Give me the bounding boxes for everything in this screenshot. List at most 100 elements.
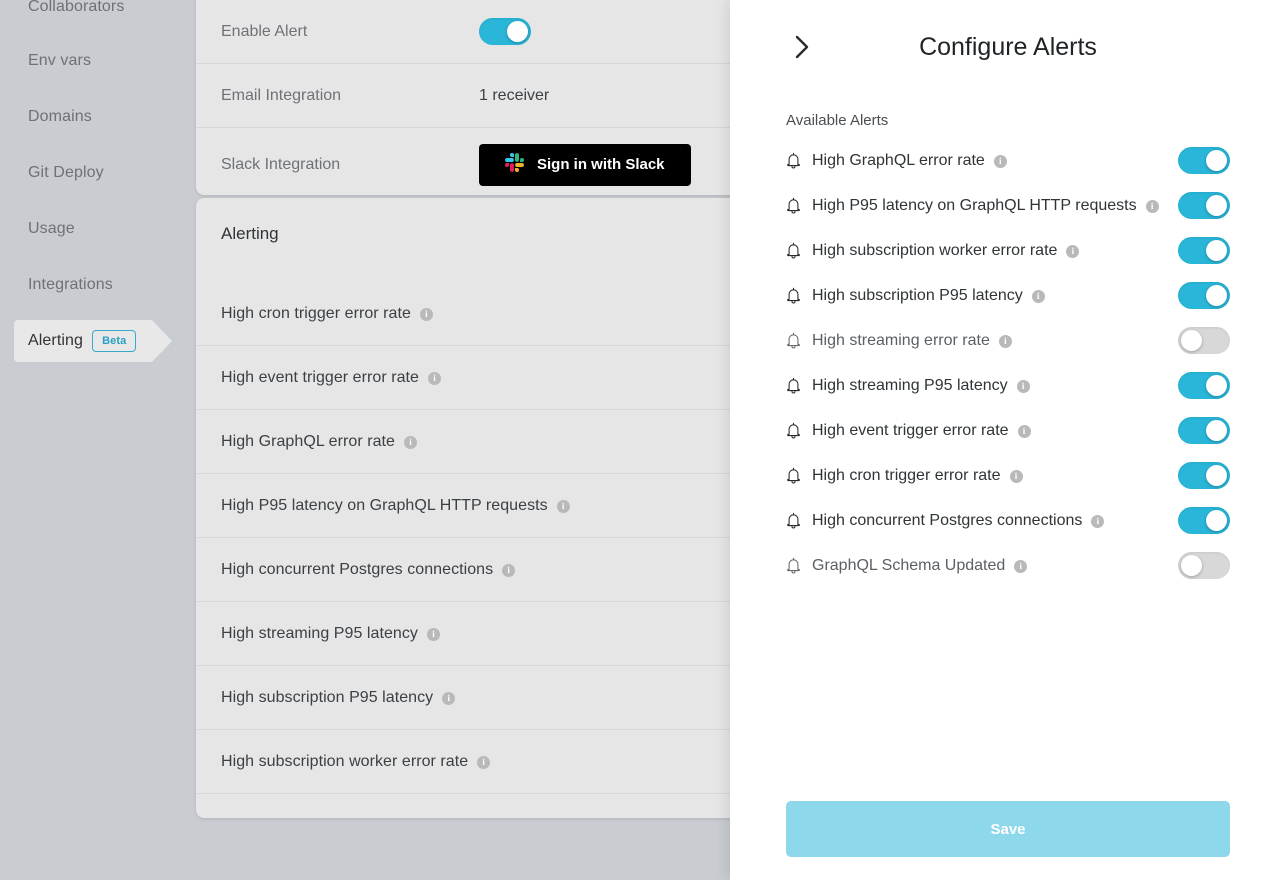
info-icon[interactable] (419, 307, 433, 321)
available-alert-row: GraphQL Schema Updated (786, 543, 1230, 588)
info-icon[interactable] (993, 154, 1007, 168)
row-label: Email Integration (221, 86, 342, 104)
info-icon[interactable] (442, 691, 456, 705)
alert-toggle[interactable] (1178, 417, 1230, 444)
alert-toggle[interactable] (1178, 462, 1230, 489)
alert-name: High cron trigger error rate (221, 304, 411, 322)
sidebar-item-label: Domains (28, 108, 92, 125)
alert-name: High subscription P95 latency (221, 688, 434, 706)
bell-icon (786, 557, 812, 574)
info-icon[interactable] (1145, 199, 1159, 213)
toggle-knob (1181, 555, 1202, 576)
available-alert-row: High concurrent Postgres connections (786, 498, 1230, 543)
alert-name: High concurrent Postgres connections (812, 511, 1083, 529)
sidebar-item-label: Collaborators (28, 0, 125, 15)
info-icon[interactable] (1014, 559, 1028, 573)
alert-name: High subscription worker error rate (812, 241, 1058, 259)
bell-icon (786, 422, 812, 439)
sidebar-item-collaborators[interactable]: Collaborators (0, 0, 196, 22)
toggle-knob (1206, 150, 1227, 171)
sign-in-with-slack-button[interactable]: Sign in with Slack (479, 143, 691, 186)
alert-toggle[interactable] (1178, 147, 1230, 174)
toggle-knob (1206, 420, 1227, 441)
alert-name: High streaming P95 latency (221, 624, 418, 642)
alert-name: High streaming P95 latency (812, 376, 1008, 394)
available-alert-row: High streaming error rate (786, 318, 1230, 363)
chevron-right-icon[interactable] (785, 28, 819, 66)
info-icon[interactable] (1016, 379, 1030, 393)
alert-name: High streaming error rate (812, 331, 990, 349)
slack-logo-icon (504, 152, 525, 176)
sidebar-item-alerting[interactable]: Alerting Beta (14, 320, 172, 362)
info-icon[interactable] (1091, 514, 1105, 528)
info-icon[interactable] (1066, 244, 1080, 258)
alert-name: High concurrent Postgres connections (221, 560, 494, 578)
bell-icon (786, 152, 812, 169)
sidebar-item-integrations[interactable]: Integrations (0, 270, 196, 300)
slack-button-label: Sign in with Slack (537, 156, 665, 173)
available-alerts-label: Available Alerts (786, 112, 889, 129)
available-alert-row: High streaming P95 latency (786, 363, 1230, 408)
toggle-knob (1206, 465, 1227, 486)
toggle-knob (1206, 375, 1227, 396)
available-alert-row: High cron trigger error rate (786, 453, 1230, 498)
info-icon[interactable] (1031, 289, 1045, 303)
toggle-knob (507, 21, 528, 42)
sidebar-item-label: Env vars (28, 52, 92, 69)
info-icon[interactable] (427, 371, 441, 385)
alert-name: High GraphQL error rate (812, 151, 985, 169)
toggle-knob (1206, 510, 1227, 531)
info-icon[interactable] (403, 435, 417, 449)
email-receiver-count[interactable]: 1 receiver (479, 87, 549, 105)
available-alerts-list: High GraphQL error rate High P95 latency… (730, 138, 1286, 588)
panel-footer: Save (730, 801, 1286, 880)
sidebar-item-usage[interactable]: Usage (0, 214, 196, 244)
bell-icon (786, 512, 812, 529)
info-icon[interactable] (502, 563, 516, 577)
alert-toggle[interactable] (1178, 192, 1230, 219)
info-icon[interactable] (477, 755, 491, 769)
alert-name: High subscription worker error rate (221, 752, 469, 770)
alert-name: GraphQL Schema Updated (812, 556, 1006, 574)
bell-icon (786, 197, 812, 214)
alert-toggle[interactable] (1178, 372, 1230, 399)
row-label: Slack Integration (221, 155, 341, 173)
alert-toggle[interactable] (1178, 552, 1230, 579)
toggle-knob (1206, 240, 1227, 261)
bell-icon (786, 377, 812, 394)
panel-header: Configure Alerts (730, 0, 1286, 94)
alert-name: High event trigger error rate (812, 421, 1009, 439)
beta-badge: Beta (92, 330, 137, 352)
sidebar-item-git-deploy[interactable]: Git Deploy (0, 158, 196, 188)
toggle-knob (1206, 285, 1227, 306)
available-alert-row: High subscription worker error rate (786, 228, 1230, 273)
info-icon[interactable] (1009, 469, 1023, 483)
info-icon[interactable] (426, 627, 440, 641)
sidebar-item-label: Alerting (28, 332, 84, 349)
sidebar: Collaborators Env vars Domains Git Deplo… (0, 0, 196, 880)
enable-alert-toggle[interactable] (479, 18, 531, 45)
alert-toggle[interactable] (1178, 237, 1230, 264)
info-icon[interactable] (556, 499, 570, 513)
app-screen: Collaborators Env vars Domains Git Deplo… (0, 0, 1286, 880)
alert-name: High P95 latency on GraphQL HTTP request… (221, 496, 548, 514)
alert-toggle[interactable] (1178, 282, 1230, 309)
sidebar-item-label: Git Deploy (28, 164, 104, 181)
bell-icon (786, 242, 812, 259)
available-alert-row: High subscription P95 latency (786, 273, 1230, 318)
sidebar-item-domains[interactable]: Domains (0, 102, 196, 132)
alert-toggle[interactable] (1178, 507, 1230, 534)
info-icon[interactable] (1017, 424, 1031, 438)
sidebar-item-env-vars[interactable]: Env vars (0, 46, 196, 76)
bell-icon (786, 332, 812, 349)
save-button[interactable]: Save (786, 801, 1230, 857)
alert-name: High subscription P95 latency (812, 286, 1023, 304)
alert-name: High P95 latency on GraphQL HTTP request… (812, 196, 1137, 214)
bell-icon (786, 467, 812, 484)
sidebar-item-label: Usage (28, 220, 75, 237)
toggle-knob (1206, 195, 1227, 216)
alert-toggle[interactable] (1178, 327, 1230, 354)
alert-name: High cron trigger error rate (812, 466, 1001, 484)
bell-icon (786, 287, 812, 304)
info-icon[interactable] (998, 334, 1012, 348)
